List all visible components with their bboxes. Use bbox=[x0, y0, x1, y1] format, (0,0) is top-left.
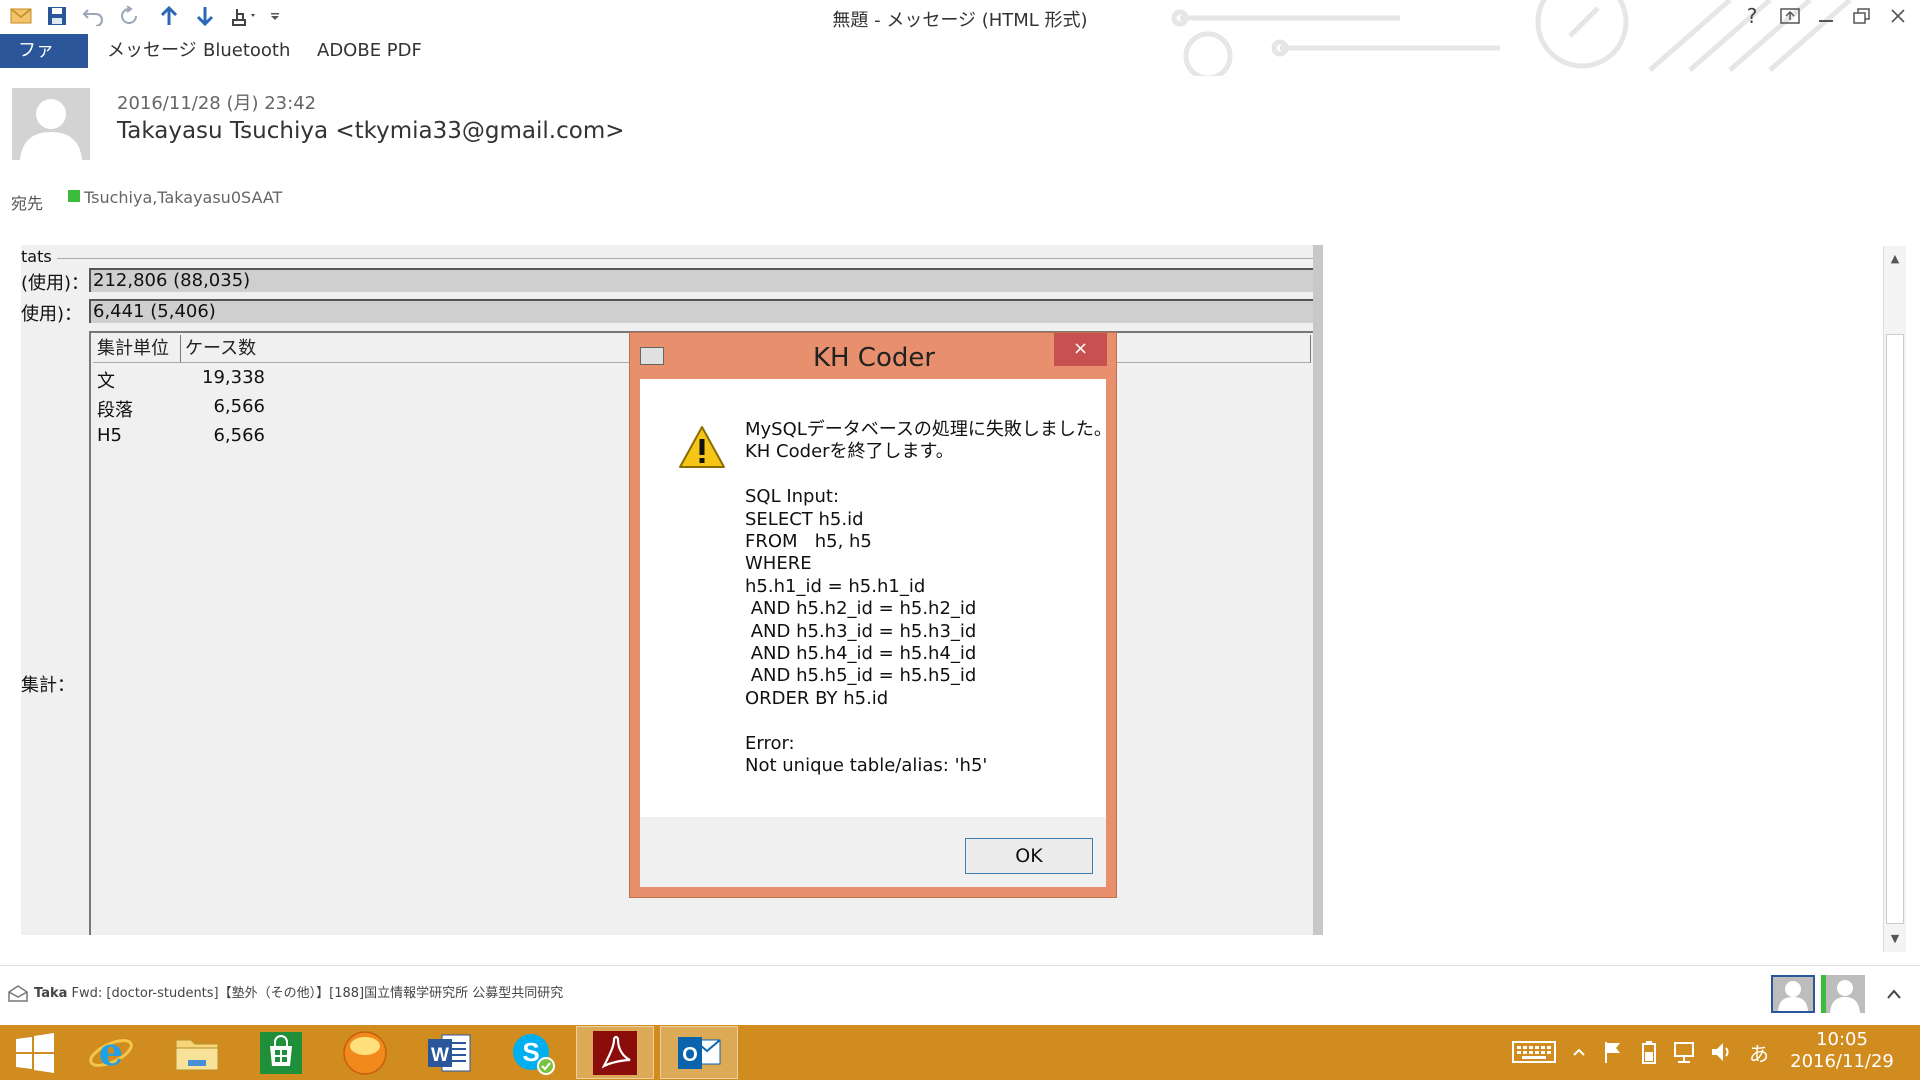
related-item[interactable]: Taka Fwd: [doctor-students]【塾外（その他）】[188… bbox=[34, 982, 563, 1001]
embedded-scrollbar bbox=[1313, 245, 1323, 935]
scroll-down-icon[interactable]: ▼ bbox=[1884, 932, 1906, 945]
type-count-value: 6,441 (5,406) bbox=[89, 299, 1313, 323]
start-icon[interactable] bbox=[0, 1026, 70, 1079]
sender-address[interactable]: Takayasu Tsuchiya <tkymia33@gmail.com> bbox=[117, 118, 625, 144]
table-cell-unit: 段落 bbox=[97, 400, 133, 421]
open-envelope-icon bbox=[8, 985, 28, 1002]
clock[interactable]: 10:05 2016/11/29 bbox=[1772, 1029, 1912, 1073]
presence-status-icon bbox=[68, 190, 80, 202]
column-header-unit: 集計単位 bbox=[93, 335, 181, 363]
svg-text:e: e bbox=[99, 1031, 123, 1074]
tab-bluetooth[interactable]: Bluetooth bbox=[185, 34, 308, 68]
dialog-body: MySQLデータベースの処理に失敗しました。 KH Coderを終了します。 S… bbox=[640, 379, 1112, 887]
sender-avatar bbox=[12, 88, 90, 160]
recipient-name[interactable]: Tsuchiya,Takayasu0SAAT bbox=[84, 188, 282, 207]
file-explorer-icon[interactable] bbox=[158, 1026, 236, 1079]
people-avatar-icon[interactable] bbox=[1771, 975, 1815, 1013]
svg-text:S: S bbox=[522, 1037, 539, 1067]
groupbox-line bbox=[57, 258, 1313, 259]
token-count-label: (使用)： bbox=[21, 273, 90, 294]
chevron-up-icon[interactable] bbox=[1886, 988, 1902, 1000]
volume-icon[interactable] bbox=[1708, 1039, 1734, 1065]
show-hidden-icons-icon[interactable] bbox=[1566, 1039, 1592, 1065]
scroll-up-icon[interactable]: ▲ bbox=[1884, 252, 1906, 265]
taskbar: e W S O あ 10:05 2016/11/29 bbox=[0, 1025, 1920, 1080]
media-player-icon[interactable] bbox=[326, 1026, 404, 1079]
close-window-icon[interactable] bbox=[1880, 2, 1916, 30]
error-message: MySQLデータベースの処理に失敗しました。 KH Coderを終了します。 S… bbox=[745, 419, 1112, 777]
tab-adobe-pdf[interactable]: ADOBE PDF bbox=[299, 34, 440, 68]
ribbon-tabs: ファイル メッセージ Bluetooth ADOBE PDF bbox=[0, 34, 1920, 95]
related-sender: Taka bbox=[34, 986, 68, 1001]
svg-text:O: O bbox=[682, 1044, 698, 1066]
table-cell-count: 6,566 bbox=[213, 396, 265, 417]
network-icon[interactable] bbox=[1672, 1039, 1698, 1065]
dialog-title: KH Coder bbox=[812, 343, 936, 373]
action-center-flag-icon[interactable] bbox=[1600, 1039, 1626, 1065]
stats-groupbox-label: tats bbox=[21, 247, 52, 266]
ime-mode-indicator[interactable]: あ bbox=[1746, 1039, 1772, 1066]
scrollbar-thumb[interactable] bbox=[1886, 334, 1904, 924]
message-scrollbar[interactable]: ▲ ▼ bbox=[1883, 246, 1906, 952]
table-cell-count: 19,338 bbox=[202, 367, 265, 388]
ok-button[interactable]: OK bbox=[965, 838, 1093, 874]
to-label: 宛先 bbox=[11, 194, 44, 213]
tab-file[interactable]: ファイル bbox=[0, 34, 88, 95]
title-bar: 無題 - メッセージ (HTML 形式) ? bbox=[0, 0, 1920, 76]
help-button[interactable]: ? bbox=[1734, 2, 1770, 30]
acrobat-icon[interactable] bbox=[576, 1026, 654, 1079]
window-title: 無題 - メッセージ (HTML 形式) bbox=[832, 10, 1088, 31]
store-icon[interactable] bbox=[242, 1026, 320, 1079]
type-count-label: 使用)： bbox=[21, 304, 83, 325]
person-icon bbox=[20, 99, 82, 160]
dialog-close-button[interactable]: × bbox=[1054, 333, 1107, 366]
related-subject: Fwd: [doctor-students]【塾外（その他）】[188]国立情報… bbox=[71, 986, 564, 1001]
ie-icon[interactable]: e bbox=[72, 1026, 150, 1079]
skype-icon[interactable]: S bbox=[494, 1026, 572, 1079]
restore-icon[interactable] bbox=[1844, 2, 1880, 30]
people-pane-bar: Taka Fwd: [doctor-students]【塾外（その他）】[188… bbox=[0, 965, 1920, 1026]
clock-time: 10:05 bbox=[1816, 1029, 1868, 1050]
token-count-value: 212,806 (88,035) bbox=[89, 268, 1313, 292]
warning-icon bbox=[679, 426, 725, 468]
people-avatar-icon[interactable] bbox=[1821, 975, 1865, 1013]
table-cell-unit: 文 bbox=[97, 371, 115, 392]
svg-text:W: W bbox=[431, 1045, 449, 1066]
battery-icon[interactable] bbox=[1636, 1039, 1662, 1065]
outlook-icon[interactable]: O bbox=[660, 1026, 738, 1079]
total-label: 集計： bbox=[21, 675, 75, 696]
table-cell-unit: H5 bbox=[97, 425, 122, 446]
word-icon[interactable]: W bbox=[410, 1026, 488, 1079]
clock-date: 2016/11/29 bbox=[1790, 1051, 1894, 1072]
dialog-button-bar: OK bbox=[640, 817, 1106, 887]
sent-date: 2016/11/28 (月) 23:42 bbox=[117, 93, 317, 114]
keyboard-icon[interactable] bbox=[1510, 1039, 1558, 1065]
ribbon-display-options-icon[interactable] bbox=[1772, 2, 1808, 30]
table-cell-count: 6,566 bbox=[213, 425, 265, 446]
minimize-icon[interactable] bbox=[1808, 2, 1844, 30]
error-dialog: KH Coder × MySQLデータベースの処理に失敗しました。 KH Cod… bbox=[629, 332, 1117, 898]
